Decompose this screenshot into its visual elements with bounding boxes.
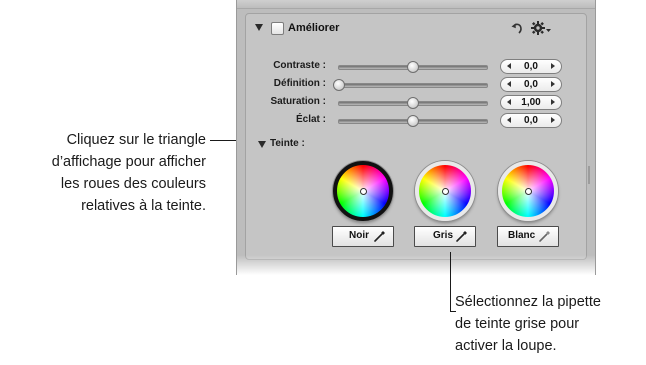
enhance-checkbox[interactable]	[271, 22, 284, 35]
callout-line: d’affichage pour afficher	[51, 154, 206, 170]
enhance-brick: Améliorer Contraste: 0,0 Définition: 0…	[245, 13, 587, 260]
undo-icon[interactable]	[510, 21, 524, 35]
tint-wheel-white[interactable]	[498, 161, 558, 221]
increment-arrow-icon[interactable]	[551, 81, 555, 87]
slider-row: Éclat : 0,0	[246, 113, 586, 128]
enhance-title: Améliorer	[288, 22, 340, 34]
eyedropper-icon	[539, 231, 550, 242]
callout-line: Sélectionnez la pipette	[455, 294, 601, 310]
tint-label: Teinte :	[270, 138, 305, 149]
slider-row: Définition : 0,0	[246, 77, 586, 92]
callout-gray-eyedropper: Sélectionnez la pipette de teinte grise …	[455, 291, 645, 357]
callout-disclosure-triangle: Cliquez sur le triangle d’affichage pour…	[0, 129, 206, 217]
adjustments-panel: Améliorer Contraste: 0,0 Définition: 0…	[236, 0, 596, 275]
callout-line: relatives à la teinte.	[81, 198, 206, 214]
disclosure-triangle-icon[interactable]	[255, 24, 263, 31]
scroll-grip[interactable]	[588, 166, 590, 184]
callout-line: Cliquez sur le triangle	[66, 132, 206, 148]
callout-leader-line	[450, 252, 451, 312]
slider-row: Saturation : 1,00	[246, 95, 586, 110]
slider-track[interactable]	[338, 97, 488, 109]
slider-track[interactable]	[338, 61, 488, 73]
enhance-header: Améliorer	[246, 20, 586, 38]
previous-brick-edge	[237, 0, 595, 9]
value-stepper[interactable]: 1,00	[500, 95, 562, 110]
slider-knob[interactable]	[407, 97, 419, 109]
tint-wheel-black[interactable]	[333, 161, 393, 221]
tint-disclosure[interactable]: Teinte :	[258, 138, 338, 152]
slider-knob[interactable]	[407, 61, 419, 73]
increment-arrow-icon[interactable]	[551, 117, 555, 123]
gear-icon[interactable]	[530, 20, 552, 36]
tint-wheel-gray[interactable]	[415, 161, 475, 221]
panel-fade	[237, 255, 595, 275]
gray-eyedropper-button[interactable]: Gris	[414, 226, 476, 247]
slider-track[interactable]	[338, 115, 488, 127]
eyedropper-icon	[374, 231, 385, 242]
slider-knob[interactable]	[407, 115, 419, 127]
slider-label: Définition :	[273, 78, 326, 89]
slider-label: Contraste :	[273, 60, 326, 71]
white-eyedropper-button[interactable]: Blanc	[497, 226, 559, 247]
value-stepper[interactable]: 0,0	[500, 113, 562, 128]
increment-arrow-icon[interactable]	[551, 63, 555, 69]
slider-label: Saturation :	[270, 96, 326, 107]
button-label: Noir	[349, 230, 369, 241]
eyedropper-icon	[456, 231, 467, 242]
wheel-center-point[interactable]	[441, 187, 449, 195]
slider-label: Éclat :	[295, 114, 326, 125]
callout-line: de teinte grise pour	[455, 316, 580, 332]
black-eyedropper-button[interactable]: Noir	[332, 226, 394, 247]
slider-row: Contraste : 0,0	[246, 59, 586, 74]
wheel-center-point[interactable]	[524, 187, 532, 195]
increment-arrow-icon[interactable]	[551, 99, 555, 105]
disclosure-triangle-icon[interactable]	[258, 141, 266, 148]
callout-line: les roues des couleurs	[60, 176, 206, 192]
slider-track[interactable]	[333, 79, 488, 91]
wheel-center-point[interactable]	[359, 187, 367, 195]
callout-line: activer la loupe.	[455, 338, 557, 354]
button-label: Gris	[433, 230, 454, 241]
slider-knob[interactable]	[333, 79, 345, 91]
value-stepper[interactable]: 0,0	[500, 77, 562, 92]
value-stepper[interactable]: 0,0	[500, 59, 562, 74]
callout-leader-line	[450, 311, 456, 312]
button-label: Blanc	[508, 230, 536, 241]
